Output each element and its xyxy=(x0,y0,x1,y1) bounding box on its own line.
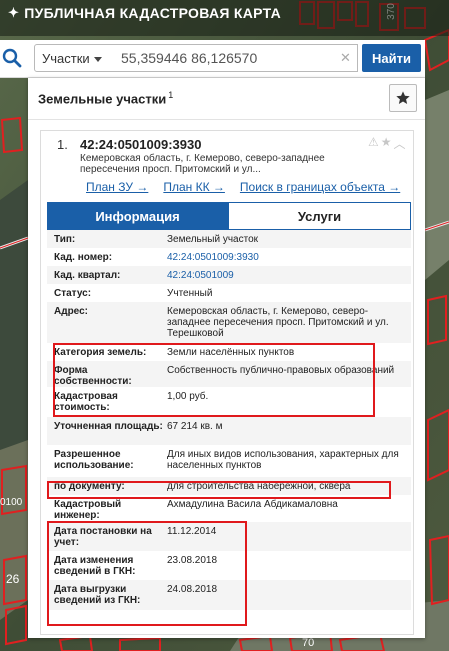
panel-title-text: Земельные участки xyxy=(38,91,167,107)
info-row: Уточненная площадь: 67 214 кв. м xyxy=(47,417,411,445)
star-icon[interactable]: ★ xyxy=(381,135,392,152)
parcel-card: 1. 42:24:0501009:3930 ⚠ ★ ︿ Кемеровская … xyxy=(40,130,414,635)
info-row: Кадастровая стоимость: 1,00 руб. xyxy=(47,387,411,417)
menu-icon: ✦ xyxy=(8,5,20,20)
info-value: Земельный участок xyxy=(167,234,259,245)
search-type-select[interactable]: Участки xyxy=(34,44,110,72)
info-key: Кад. номер: xyxy=(54,252,113,263)
result-count: 1 xyxy=(168,90,174,100)
info-key: Дата постановки на учет: xyxy=(54,526,152,548)
map-parcel-label: 26 xyxy=(6,572,20,586)
info-value: Земли населённых пунктов xyxy=(167,347,295,358)
info-table: Тип: Земельный участок Кад. номер: 42:24:0… xyxy=(47,230,411,632)
result-index: 1. xyxy=(57,137,68,152)
card-tabs: Информация Услуги xyxy=(47,202,411,230)
info-key: Форма собственности: xyxy=(54,365,132,387)
tab-information[interactable]: Информация xyxy=(47,202,228,230)
info-row: Разрешенное использование: Для иных видов… xyxy=(47,445,411,477)
results-panel: Земельные участки 1 1. 42:24:0501009:3930… xyxy=(28,78,425,638)
card-actions: ⚠ ★ ︿ xyxy=(368,135,406,152)
info-key: Категория земель: xyxy=(54,347,147,358)
info-value: Для иных видов использования, характерны… xyxy=(167,449,399,471)
info-row: по документу: для строительства набережно… xyxy=(47,477,411,495)
info-row: Категория земель: Земли населённых пункто… xyxy=(47,343,411,361)
info-row: Кадастровый инженер: Ахмадулина Васила Аб… xyxy=(47,495,411,522)
clear-icon[interactable]: ✕ xyxy=(340,50,351,66)
info-key: Дата изменения сведений в ГКН: xyxy=(54,555,136,577)
info-value: 11.12.2014 xyxy=(167,526,217,537)
plan-zu-link[interactable]: План ЗУ → xyxy=(86,180,148,194)
favorites-button[interactable] xyxy=(389,84,417,112)
info-value-link[interactable]: 42:24:0501009:3930 xyxy=(167,252,411,263)
search-icon[interactable] xyxy=(2,48,22,68)
map-parcel-label: 70 xyxy=(302,637,315,649)
warning-icon[interactable]: ⚠ xyxy=(368,135,379,152)
info-row: Кад. квартал: 42:24:0501009 xyxy=(47,266,411,284)
info-key: Тип: xyxy=(54,234,76,245)
info-row: Кад. номер: 42:24:0501009:3930 xyxy=(47,248,411,266)
tab-services[interactable]: Услуги xyxy=(228,202,411,230)
info-key: Дата выгрузки сведений из ГКН: xyxy=(54,584,141,606)
info-key: Кадастровая стоимость: xyxy=(54,391,118,413)
search-input[interactable] xyxy=(109,44,358,72)
map-parcel-label: 0100 xyxy=(0,497,23,508)
search-type-label: Участки xyxy=(42,50,90,66)
info-value: 23.08.2018 xyxy=(167,555,218,566)
info-key: по документу: xyxy=(54,481,125,492)
info-value: Учтенный xyxy=(167,288,213,299)
info-value: для строительства набережной, сквера xyxy=(167,481,351,492)
app-title[interactable]: ✦ ПУБЛИЧНАЯ КАДАСТРОВАЯ КАРТА xyxy=(8,5,281,21)
top-bar: ✦ ПУБЛИЧНАЯ КАДАСТРОВАЯ КАРТА xyxy=(0,0,449,36)
info-value: 67 214 кв. м xyxy=(167,421,223,432)
find-button[interactable]: Найти xyxy=(362,44,421,72)
info-row: Статус: Учтенный xyxy=(47,284,411,302)
info-value: 24.08.2018 xyxy=(167,584,218,595)
info-value: 1,00 руб. xyxy=(167,391,209,402)
app-title-text: ПУБЛИЧНАЯ КАДАСТРОВАЯ КАРТА xyxy=(24,5,282,21)
info-row: Форма собственности: Собственность публич… xyxy=(47,361,411,387)
info-key: Адрес: xyxy=(54,306,88,317)
chevron-up-icon[interactable]: ︿ xyxy=(394,135,406,152)
search-bar: Участки ✕ Найти xyxy=(0,40,425,78)
caret-down-icon xyxy=(94,57,102,62)
search-in-bounds-link[interactable]: Поиск в границах объекта → xyxy=(240,180,400,194)
info-key: Статус: xyxy=(54,288,92,299)
info-value-link[interactable]: 42:24:0501009 xyxy=(167,270,411,281)
star-icon xyxy=(396,91,410,104)
info-row: Адрес: Кемеровская область, г. Кемерово, … xyxy=(47,302,411,343)
info-row: Тип: Земельный участок xyxy=(47,230,411,248)
info-row: Дата выгрузки сведений из ГКН: 24.08.2018 xyxy=(47,580,411,610)
cadastral-number[interactable]: 42:24:0501009:3930 xyxy=(80,137,201,152)
info-key: Разрешенное использование: xyxy=(54,449,134,471)
info-key: Кадастровый инженер: xyxy=(54,499,122,521)
info-key: Уточненная площадь: xyxy=(54,421,163,432)
plan-kk-link[interactable]: План КК → xyxy=(163,180,225,194)
info-row: Дата изменения сведений в ГКН: 23.08.2018 xyxy=(47,551,411,580)
info-row: Дата постановки на учет: 11.12.2014 xyxy=(47,522,411,551)
info-value: Кемеровская область, г. Кемерово, северо… xyxy=(167,306,389,339)
panel-title: Земельные участки 1 xyxy=(38,90,173,106)
info-value: Собственность публично-правовых образова… xyxy=(167,365,395,376)
parcel-links: План ЗУ → План КК → Поиск в границах объ… xyxy=(86,180,400,194)
info-value: Ахмадулина Васила Абдикамаловна xyxy=(167,499,338,510)
panel-header: Земельные участки 1 xyxy=(28,78,425,120)
info-key: Кад. квартал: xyxy=(54,270,121,281)
parcel-address-short: Кемеровская область, г. Кемерово, северо… xyxy=(80,153,325,175)
